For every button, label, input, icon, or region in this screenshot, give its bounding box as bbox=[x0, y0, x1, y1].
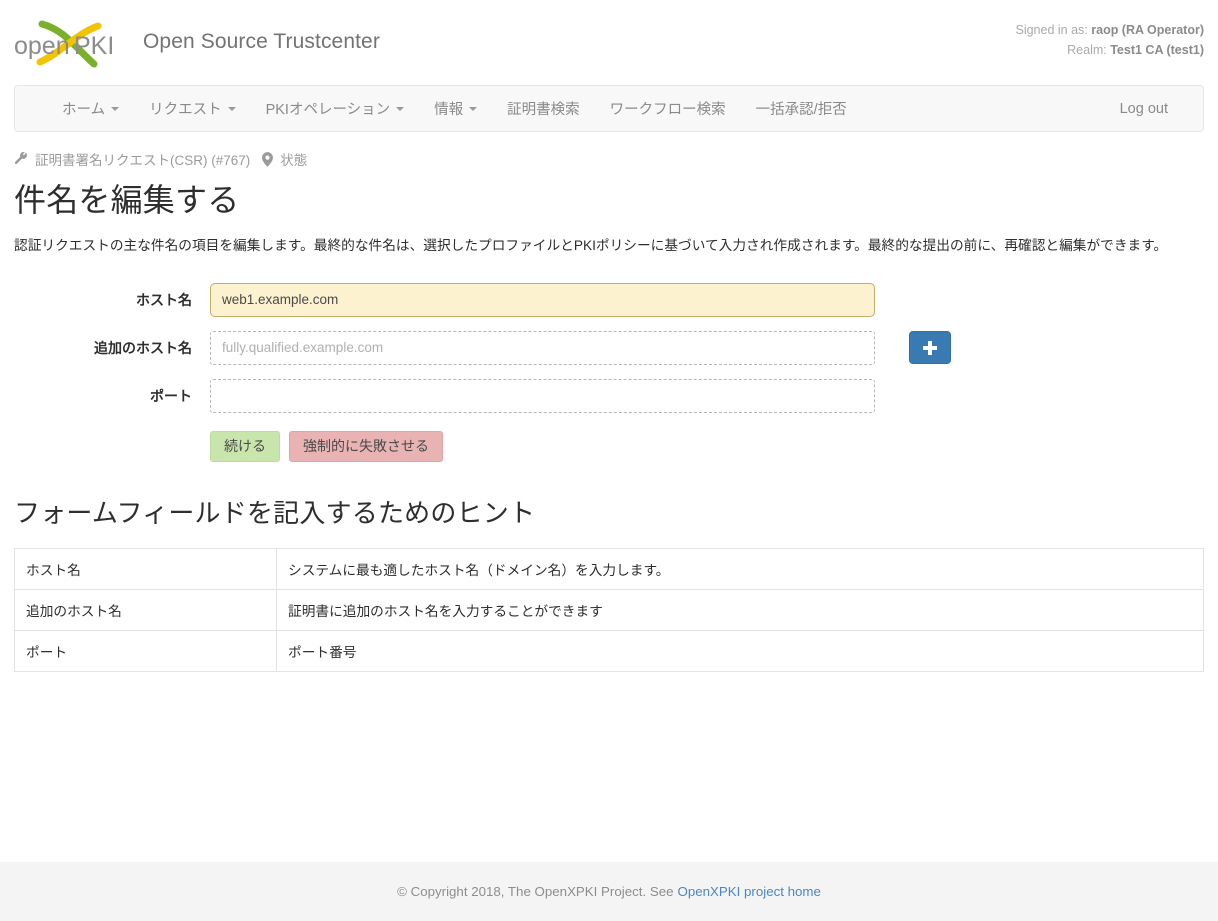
port-field-wrap bbox=[210, 378, 875, 413]
hostname-field-wrap bbox=[210, 282, 875, 317]
breadcrumb-label: 証明書署名リクエスト(CSR) (#767) bbox=[35, 153, 251, 168]
breadcrumb-item-status[interactable]: 状態 bbox=[262, 149, 307, 169]
port-input[interactable] bbox=[210, 378, 875, 413]
hint-value: ポート番号 bbox=[276, 629, 1204, 672]
signed-in-row: Signed in as: raop (RA Operator) bbox=[1015, 20, 1204, 40]
hint-key: ホスト名 bbox=[14, 547, 277, 590]
form-actions: 続ける 強制的に失敗させる bbox=[14, 430, 1204, 462]
hints-title: フォームフィールドを記入するためのヒント bbox=[14, 497, 536, 528]
nav-item-workflow-search[interactable]: ワークフロー検索 bbox=[595, 86, 741, 131]
nav-item-request[interactable]: リクエスト bbox=[134, 86, 251, 131]
hostname-label: ホスト名 bbox=[136, 291, 192, 308]
nav-item-label: ホーム bbox=[62, 102, 106, 118]
additional-hostname-field-wrap bbox=[210, 330, 951, 365]
hints-table: ホスト名 システムに最も適したホスト名（ドメイン名）を入力します。 追加のホスト… bbox=[14, 547, 1204, 672]
page-title: 件名を編集する bbox=[14, 182, 240, 218]
form-row-port: ポート bbox=[14, 378, 1204, 413]
copyright-text: © Copyright 2018, The OpenXPKI Project. … bbox=[397, 884, 674, 899]
form-row-hostname: ホスト名 bbox=[14, 282, 1204, 317]
signed-in-user: raop (RA Operator) bbox=[1091, 23, 1204, 37]
nav-item-label: リクエスト bbox=[149, 102, 222, 118]
openxpki-project-home-link[interactable]: OpenXPKI project home bbox=[678, 884, 821, 899]
hint-value: 証明書に追加のホスト名を入力することができます bbox=[276, 588, 1204, 631]
add-hostname-button[interactable] bbox=[909, 331, 951, 365]
nav-item-information[interactable]: 情報 bbox=[419, 86, 492, 131]
chevron-down-icon bbox=[469, 106, 478, 111]
table-row: 追加のホスト名 証明書に追加のホスト名を入力することができます bbox=[14, 588, 1204, 631]
nav-item-pki-operations[interactable]: PKIオペレーション bbox=[251, 86, 420, 131]
realm-row: Realm: Test1 CA (test1) bbox=[1015, 40, 1204, 60]
realm-value: Test1 CA (test1) bbox=[1110, 43, 1204, 57]
port-label: ポート bbox=[150, 387, 192, 404]
force-fail-button[interactable]: 強制的に失敗させる bbox=[289, 430, 443, 462]
nav-item-label: PKIオペレーション bbox=[265, 102, 391, 118]
logout-label: Log out bbox=[1119, 100, 1168, 117]
nav-right-group: Log out bbox=[1105, 86, 1203, 131]
nav-item-home[interactable]: ホーム bbox=[47, 86, 134, 131]
main-content: 証明書署名リクエスト(CSR) (#767) 状態 件名を編集する 認証リクエス… bbox=[0, 132, 1218, 862]
chevron-down-icon bbox=[396, 106, 405, 111]
additional-hostname-input[interactable] bbox=[210, 330, 875, 365]
site-footer: © Copyright 2018, The OpenXPKI Project. … bbox=[0, 862, 1218, 921]
plus-icon bbox=[923, 340, 937, 355]
nav-item-label: 情報 bbox=[434, 102, 464, 118]
logo-text-left: open bbox=[14, 32, 70, 60]
logout-button[interactable]: Log out bbox=[1105, 86, 1183, 131]
table-row: ポート ポート番号 bbox=[14, 629, 1204, 672]
continue-button[interactable]: 続ける bbox=[210, 430, 280, 462]
table-row: ホスト名 システムに最も適したホスト名（ドメイン名）を入力します。 bbox=[14, 547, 1204, 590]
breadcrumb-label: 状態 bbox=[280, 153, 308, 168]
breadcrumb: 証明書署名リクエスト(CSR) (#767) 状態 bbox=[14, 149, 1204, 169]
signed-in-label: Signed in as: bbox=[1015, 23, 1088, 37]
site-header: open PKI Open Source Trustcenter Signed … bbox=[0, 0, 1218, 85]
openxpki-logo[interactable]: open PKI bbox=[12, 16, 124, 71]
nav-item-label: 証明書検索 bbox=[507, 102, 580, 118]
chevron-down-icon bbox=[227, 106, 236, 111]
page-description: 認証リクエストの主な件名の項目を編集します。最終的な件名は、選択したプロファイル… bbox=[14, 238, 1168, 253]
nav-item-label: ワークフロー検索 bbox=[609, 102, 726, 118]
form-row-additional-hostname: 追加のホスト名 bbox=[14, 330, 1204, 365]
hint-key: 追加のホスト名 bbox=[14, 588, 277, 631]
app-page: open PKI Open Source Trustcenter Signed … bbox=[0, 0, 1218, 921]
hostname-input[interactable] bbox=[210, 282, 875, 317]
nav-item-label: 一括承認/拒否 bbox=[755, 102, 847, 118]
breadcrumb-item-csr[interactable]: 証明書署名リクエスト(CSR) (#767) bbox=[14, 149, 250, 169]
nav-items: ホーム リクエスト PKIオペレーション 情報 証明書検索 ワークフロー検索 一… bbox=[15, 86, 862, 131]
chevron-down-icon bbox=[111, 106, 120, 111]
brand-title: Open Source Trustcenter bbox=[143, 30, 380, 53]
hint-value: システムに最も適したホスト名（ドメイン名）を入力します。 bbox=[276, 547, 1204, 590]
logo-icon: open PKI bbox=[14, 20, 114, 68]
map-marker-icon bbox=[262, 151, 274, 167]
nav-item-bulk-approve-reject[interactable]: 一括承認/拒否 bbox=[741, 86, 862, 131]
logo-text-right: PKI bbox=[74, 32, 114, 60]
additional-hostname-label: 追加のホスト名 bbox=[94, 339, 192, 356]
hint-key: ポート bbox=[14, 629, 277, 672]
realm-label: Realm: bbox=[1067, 43, 1107, 57]
session-info: Signed in as: raop (RA Operator) Realm: … bbox=[1015, 20, 1204, 60]
wrench-icon bbox=[14, 152, 28, 166]
main-navbar: ホーム リクエスト PKIオペレーション 情報 証明書検索 ワークフロー検索 一… bbox=[14, 85, 1204, 132]
nav-item-certificate-search[interactable]: 証明書検索 bbox=[492, 86, 595, 131]
subject-edit-form: ホスト名 追加のホスト名 ポート bbox=[14, 282, 1204, 462]
